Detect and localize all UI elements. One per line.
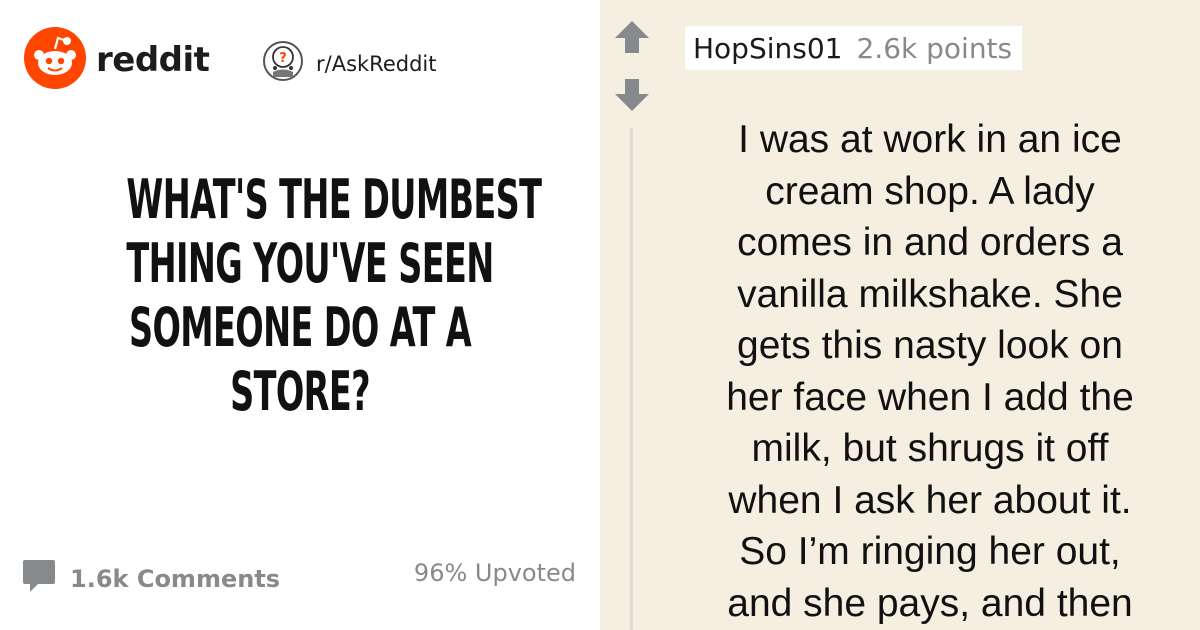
- upvoted-ratio: 96% Upvoted: [413, 559, 576, 587]
- brand-name: reddit: [96, 40, 210, 80]
- comment-username[interactable]: HopSins01: [693, 32, 842, 65]
- comment-line: gets this nasty look on: [737, 324, 1123, 367]
- comment-line: vanilla milkshake. She: [737, 272, 1123, 316]
- post-title-line: WHAT'S THE DUMBEST: [126, 168, 542, 231]
- comment-line: when I ask her about it.: [728, 478, 1132, 522]
- post-title[interactable]: WHAT'S THE DUMBEST THING YOU'VE SEEN SOM…: [20, 168, 580, 424]
- comment-bubble-icon: [22, 558, 56, 599]
- comments-button[interactable]: 1.6k Comments: [22, 558, 280, 599]
- comment-points: 2.6k points: [856, 31, 1013, 65]
- post-title-line: SOMEONE DO AT A: [128, 296, 472, 359]
- reddit-brand[interactable]: reddit: [24, 26, 210, 94]
- comments-count: 1.6k Comments: [70, 564, 281, 593]
- comment-line: I was at work in an ice: [738, 118, 1122, 161]
- reddit-logo-icon: [24, 26, 86, 94]
- comment-line: comes in and orders a: [737, 221, 1123, 264]
- thread-line[interactable]: [630, 128, 633, 630]
- comment-line: and she pays, and then: [727, 581, 1133, 625]
- comment-body: I was at work in an ice cream shop. A la…: [662, 114, 1198, 629]
- comment-author-box: HopSins01 2.6k points: [685, 26, 1023, 70]
- post-title-line: STORE?: [230, 360, 370, 423]
- subreddit-name: r/AskReddit: [316, 51, 437, 76]
- subreddit-link[interactable]: ? r/AskReddit: [262, 40, 436, 87]
- comment-line: milk, but shrugs it off: [751, 427, 1109, 470]
- askreddit-icon: ?: [262, 40, 304, 87]
- comment-line: So I’m ringing her out,: [739, 530, 1121, 573]
- upvote-arrow-icon[interactable]: [614, 20, 650, 59]
- comment-line: her face when I add the: [726, 375, 1134, 419]
- comment-panel: HopSins01 2.6k points I was at work in a…: [600, 0, 1200, 630]
- downvote-arrow-icon[interactable]: [614, 78, 650, 117]
- post-title-line: THING YOU'VE SEEN: [126, 232, 494, 295]
- svg-text:?: ?: [279, 51, 287, 66]
- comment-line: cream shop. A lady: [765, 169, 1095, 213]
- post-panel: reddit ? r/AskReddit WHAT'S THE DUMBEST …: [0, 0, 600, 630]
